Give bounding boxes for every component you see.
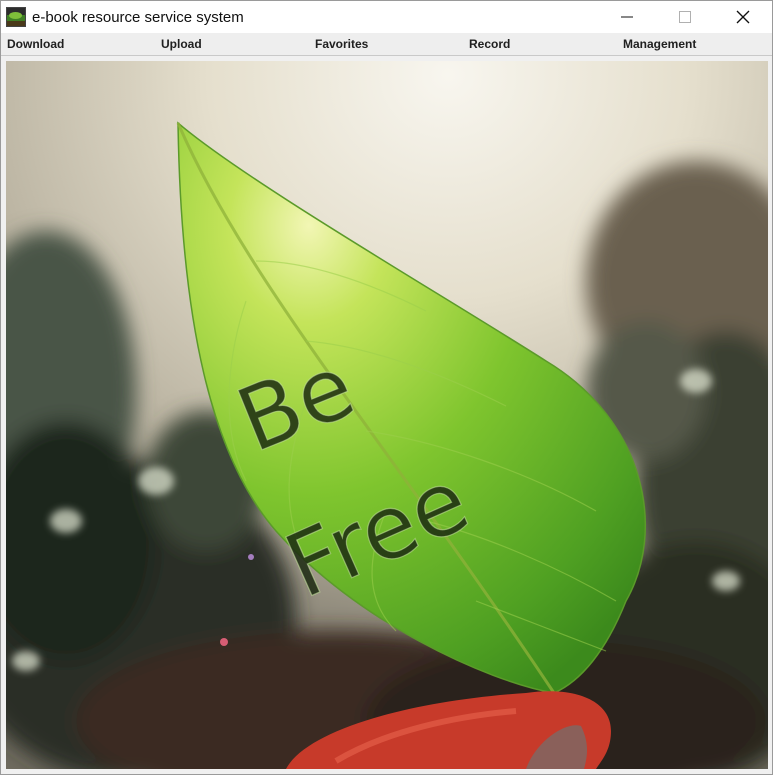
close-icon bbox=[736, 10, 750, 24]
window-controls bbox=[598, 1, 772, 33]
menu-management[interactable]: Management bbox=[623, 37, 696, 51]
app-landscape-icon bbox=[6, 7, 26, 27]
menu-bar: Download Upload Favorites Record Managem… bbox=[1, 33, 772, 56]
app-window: e-book resource service system Download … bbox=[0, 0, 773, 775]
menu-record[interactable]: Record bbox=[469, 37, 510, 51]
menu-download[interactable]: Download bbox=[7, 37, 64, 51]
minimize-icon bbox=[621, 16, 633, 18]
close-button[interactable] bbox=[714, 1, 772, 33]
title-bar[interactable]: e-book resource service system bbox=[1, 1, 772, 33]
minimize-button[interactable] bbox=[598, 1, 656, 33]
menu-upload[interactable]: Upload bbox=[161, 37, 202, 51]
window-title: e-book resource service system bbox=[32, 8, 244, 26]
menu-favorites[interactable]: Favorites bbox=[315, 37, 368, 51]
leaf-photo: Be Free bbox=[6, 61, 768, 769]
maximize-icon bbox=[679, 11, 691, 23]
leaf-photo-image: Be Free bbox=[6, 61, 768, 769]
maximize-button[interactable] bbox=[656, 1, 714, 33]
